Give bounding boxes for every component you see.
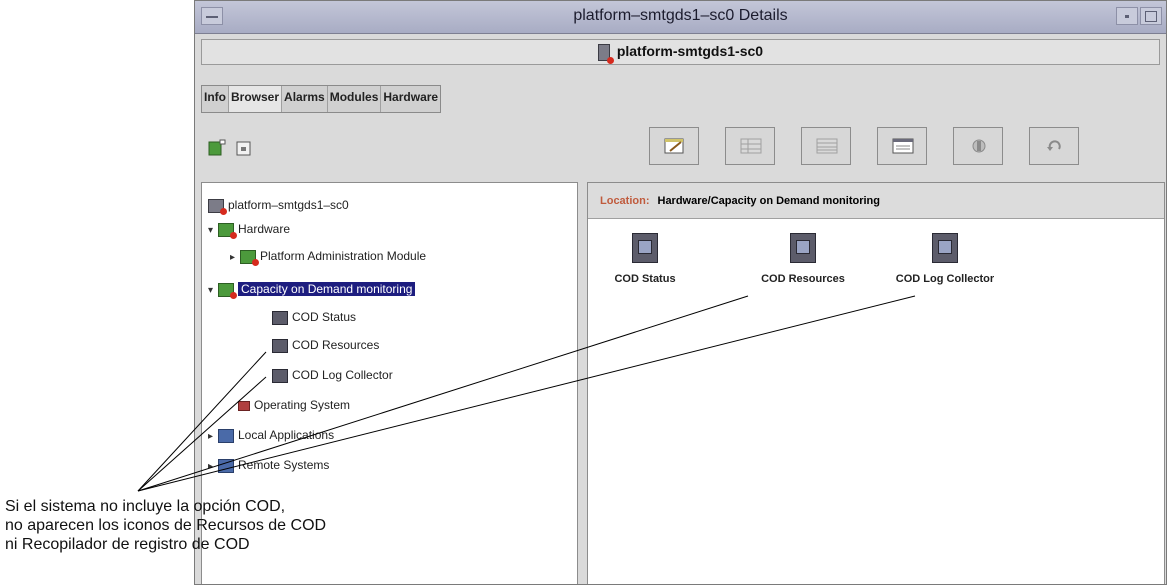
caption: Si el sistema no incluye la opción COD, … [5,497,345,554]
callout-line [137,295,749,492]
caption-line: no aparecen los iconos de Recursos de CO… [5,517,327,534]
callout-line [137,376,267,492]
callout-line [137,295,916,492]
caption-line: ni Recopilador de registro de COD [5,536,250,553]
caption-line: Si el sistema no incluye la opción COD, [5,498,286,515]
